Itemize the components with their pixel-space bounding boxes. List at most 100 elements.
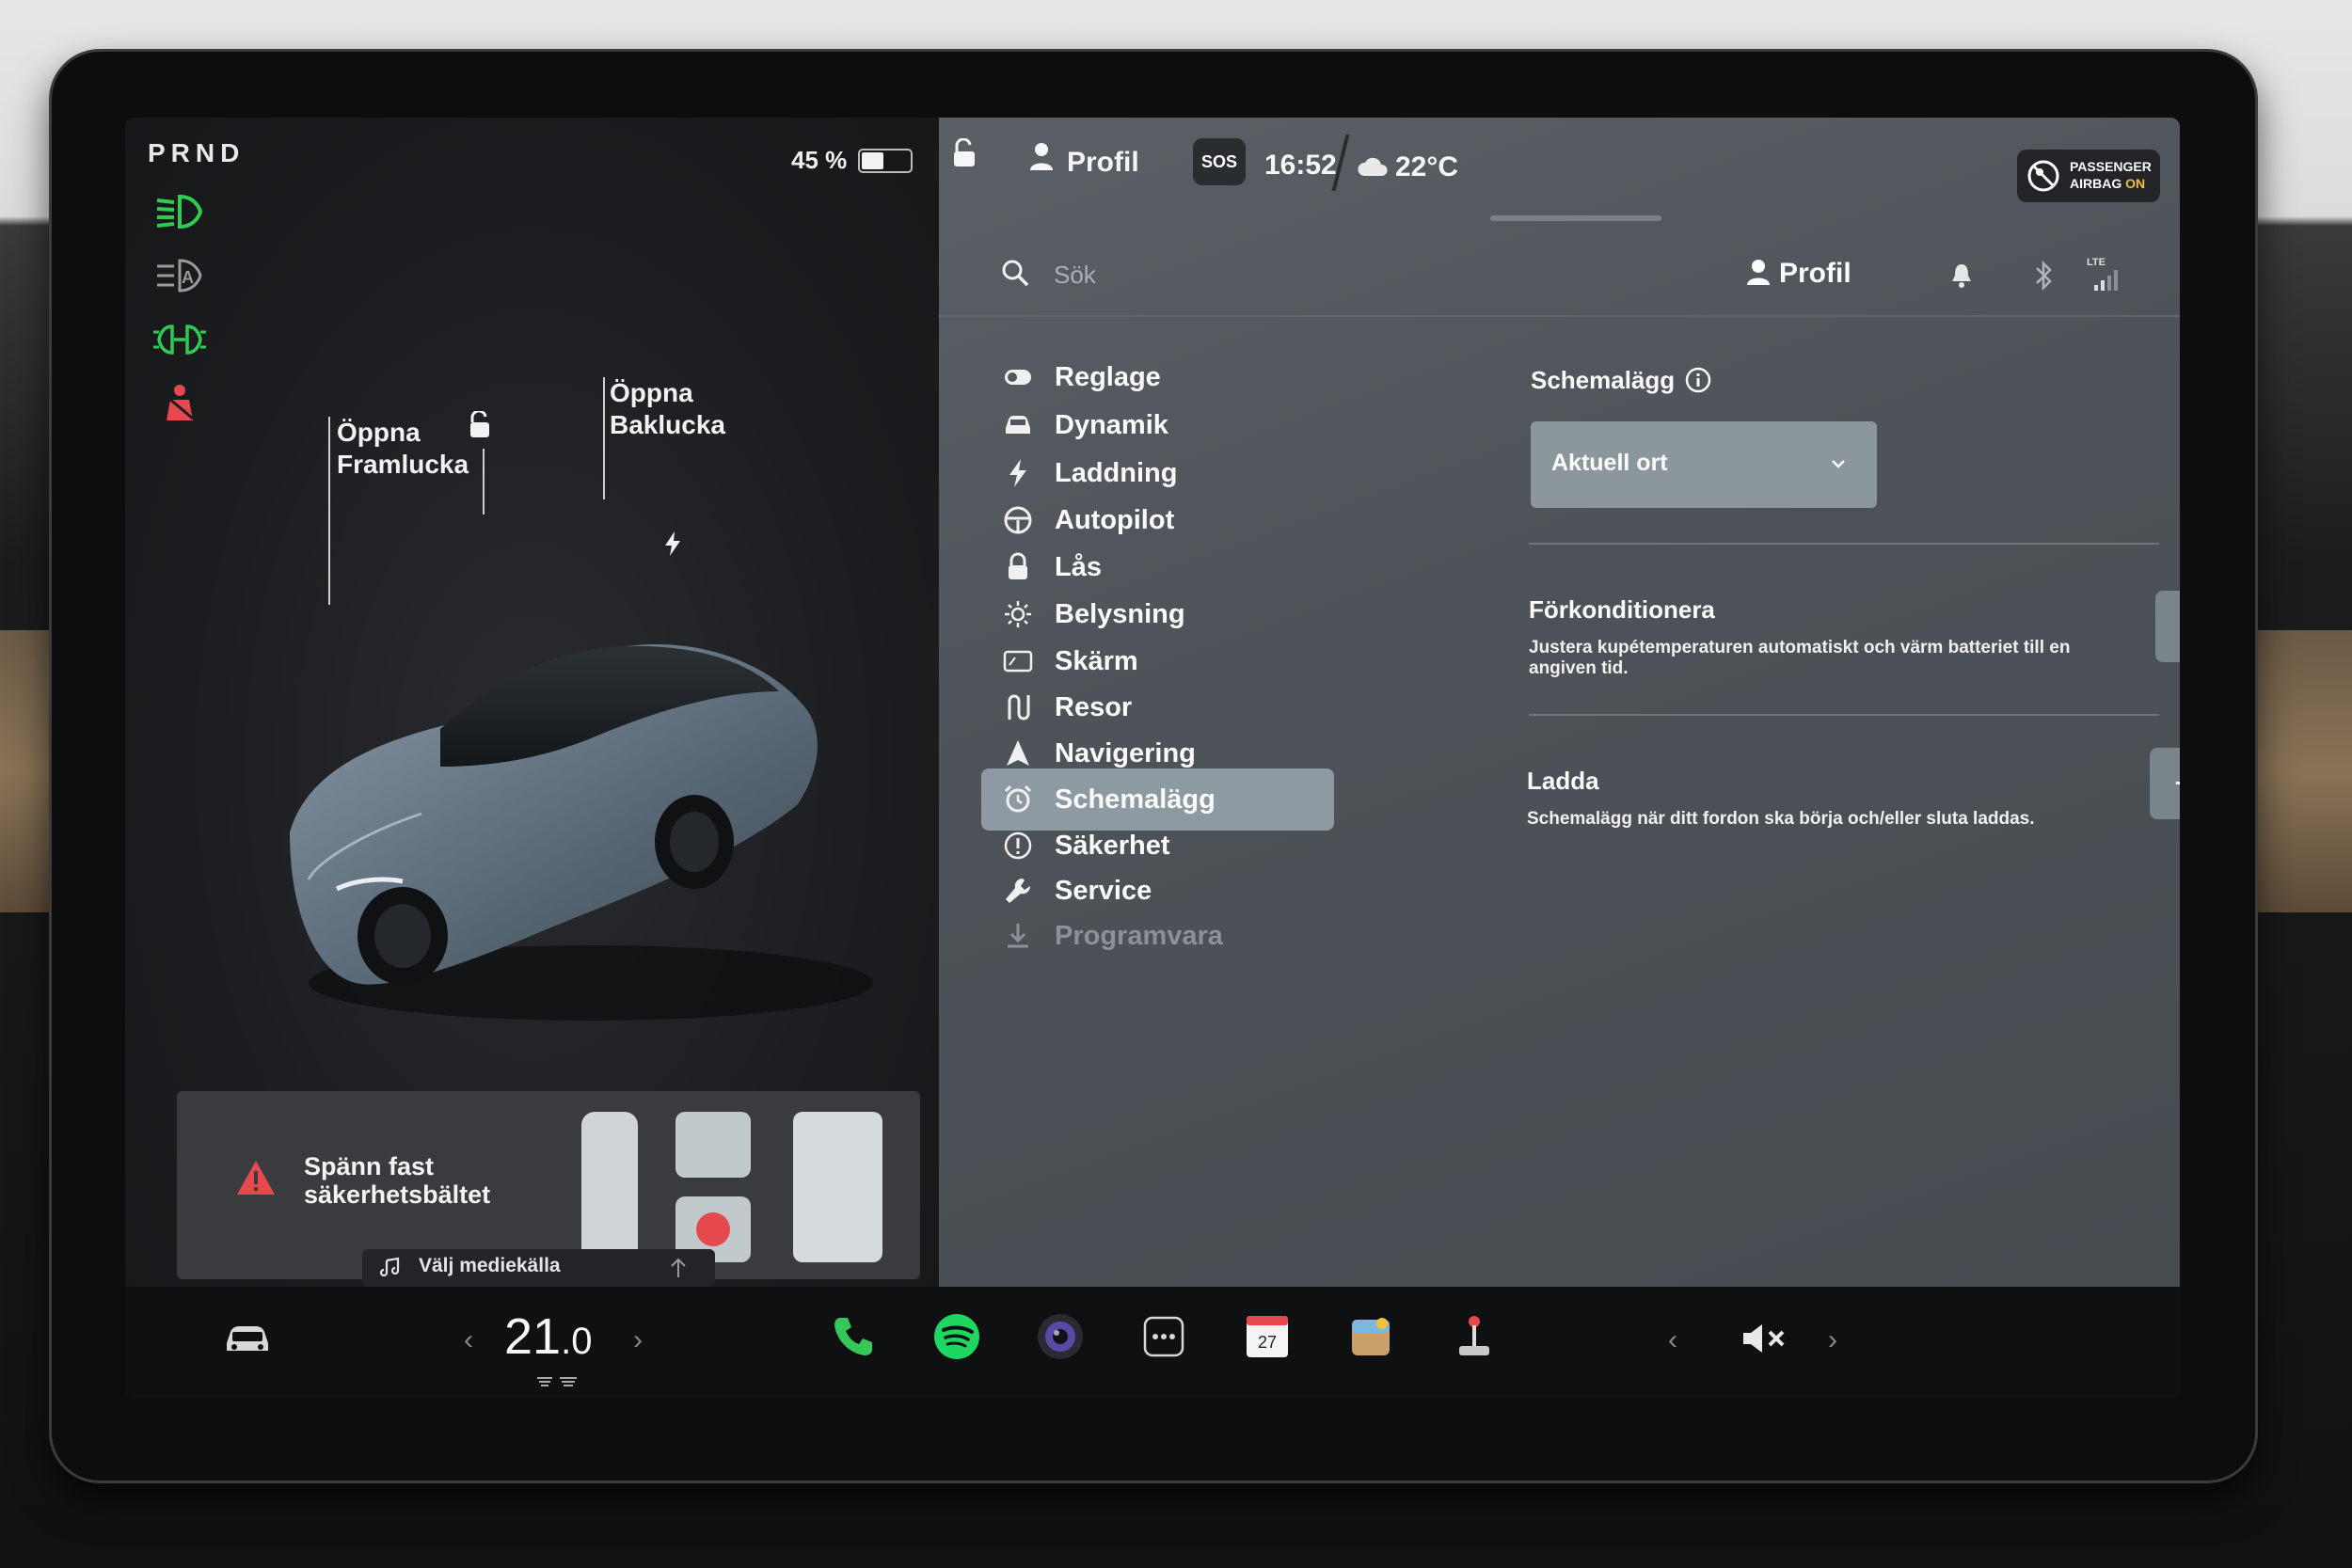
network-type: LTE <box>2087 257 2106 268</box>
precondition-title: Förkonditionera <box>1529 595 1715 624</box>
charge-title: Ladda <box>1527 767 1599 795</box>
display-icon <box>1003 650 1033 673</box>
temp-main: 21 <box>504 1308 562 1365</box>
battery-icon <box>858 148 914 173</box>
low-beam-headlight-icon <box>156 194 203 230</box>
car-render-image <box>290 644 873 1021</box>
trunk-label-line2: Baklucka <box>610 410 725 439</box>
battery-status[interactable]: 45 % <box>791 146 914 175</box>
route-icon <box>1008 694 1030 721</box>
menu-item-label: Laddning <box>1055 458 1178 488</box>
volume-next-button[interactable]: › <box>1828 1324 1837 1356</box>
airbag-status-on: ON <box>2125 176 2146 191</box>
menu-item-label: Service <box>1055 876 1152 906</box>
bluetooth-icon[interactable] <box>2033 261 2054 291</box>
alert-message: Spänn fast säkerhetsbältet <box>304 1152 520 1209</box>
car-icon[interactable] <box>221 1323 274 1356</box>
arrow-up-icon[interactable] <box>668 1257 689 1279</box>
frunk-label-line2: Framlucka <box>337 450 469 479</box>
menu-item-label: Resor <box>1055 692 1133 722</box>
frunk-open-button[interactable]: Öppna Framlucka <box>337 417 469 481</box>
location-dropdown-value: Aktuell ort <box>1551 450 1668 476</box>
airbag-status: AIRBAG ON <box>2070 176 2145 191</box>
car-icon <box>1006 416 1030 434</box>
profile-menu-button[interactable]: Profil <box>1779 258 1851 290</box>
wrench-icon <box>1006 878 1031 903</box>
spotify-icon[interactable] <box>930 1310 983 1363</box>
airbag-icon <box>2027 160 2059 192</box>
schedule-title: Schemalägg <box>1531 366 1676 394</box>
search-row: Sök Profil LTE <box>939 223 2180 317</box>
frunk-label-line1: Öppna <box>337 418 421 447</box>
steering-wheel-icon <box>1004 506 1032 534</box>
charge-port-bolt-icon[interactable] <box>663 531 682 556</box>
charge-description: Schemalägg när ditt fordon ska börja och… <box>1527 809 2035 829</box>
precondition-desc-line1: Justera kupétemperaturen automatiskt och… <box>1529 638 2071 657</box>
status-bar: Profil SOS 16:52 22°C PASSENGER AIRBAG O… <box>939 118 2180 202</box>
menu-item-label: Programvara <box>1055 921 1223 951</box>
auto-high-beam-icon: A <box>157 259 202 293</box>
alert-line1: Spänn fast <box>304 1152 435 1180</box>
arcade-joystick-icon[interactable] <box>1448 1310 1501 1363</box>
volume-prev-button[interactable]: ‹ <box>1668 1324 1677 1356</box>
media-source-button[interactable]: Välj mediekälla <box>362 1249 715 1287</box>
camera-icon[interactable] <box>1034 1310 1087 1363</box>
defrost-icons[interactable] <box>535 1374 579 1389</box>
menu-item-label: Reglage <box>1055 362 1161 392</box>
cabin-temperature[interactable]: 21.0 <box>504 1307 592 1366</box>
lock-status-icon[interactable] <box>952 138 977 168</box>
fog-light-icon <box>153 325 206 355</box>
menu-item-label: Lås <box>1055 552 1102 582</box>
section-divider <box>1529 543 2159 545</box>
precondition-description: Justera kupétemperaturen automatiskt och… <box>1529 638 2112 679</box>
passenger-airbag-indicator: PASSENGER AIRBAG ON <box>2017 150 2160 202</box>
temp-decimal: .0 <box>561 1321 593 1362</box>
unlock-icon[interactable] <box>468 411 492 439</box>
add-precondition-button[interactable]: + <box>2155 591 2180 662</box>
temp-decrease-button[interactable]: ‹ <box>464 1324 473 1356</box>
menu-item-programvara[interactable]: Programvara <box>981 905 1334 967</box>
alert-circle-icon <box>1004 832 1032 860</box>
menu-item-label: Belysning <box>1055 599 1185 629</box>
trunk-callout-line <box>603 377 605 499</box>
menu-item-label: Navigering <box>1055 738 1196 768</box>
cloud-icon <box>1358 157 1388 176</box>
battery-fill <box>862 151 883 169</box>
outside-temperature: 22°C <box>1395 151 1459 182</box>
music-note-icon <box>379 1257 400 1277</box>
search-icon[interactable] <box>1001 259 1029 287</box>
settings-panel: Profil SOS 16:52 22°C PASSENGER AIRBAG O… <box>939 118 2180 1287</box>
profile-icon <box>1747 260 1770 285</box>
speaker-muted-icon[interactable] <box>1740 1322 1788 1355</box>
temp-increase-button[interactable]: › <box>633 1324 643 1356</box>
trunk-label-line1: Öppna <box>610 378 693 407</box>
clock: 16:52 <box>1264 150 1337 181</box>
location-dropdown[interactable]: Aktuell ort <box>1531 421 1877 508</box>
bolt-icon <box>1009 459 1026 487</box>
battery-percent: 45 % <box>791 146 848 174</box>
frunk-callout-line <box>328 417 330 605</box>
sos-button[interactable]: SOS <box>1193 138 1246 185</box>
menu-item-label: Dynamik <box>1055 410 1168 440</box>
dashboard-wood-right <box>2249 630 2352 912</box>
vehicle-panel: PRND 45 % A Öppna Framlucka Öppna Bakluc… <box>125 118 939 1287</box>
seat-occupancy-diagram <box>581 1112 882 1262</box>
info-icon[interactable] <box>1684 366 1712 394</box>
search-input[interactable]: Sök <box>1054 261 1096 290</box>
alarm-clock-icon <box>1004 784 1032 813</box>
calendar-day: 27 <box>1258 1333 1277 1352</box>
profile-button[interactable]: Profil <box>1067 147 1139 179</box>
svg-text:A: A <box>182 268 194 287</box>
bell-icon[interactable] <box>1950 262 1973 289</box>
airbag-status-prefix: AIRBAG <box>2070 176 2126 191</box>
section-divider <box>1529 714 2159 716</box>
panel-drag-handle[interactable] <box>1490 215 1661 221</box>
add-charge-schedule-button[interactable]: + <box>2150 748 2180 819</box>
toybox-icon[interactable] <box>1344 1310 1397 1363</box>
menu-item-label: Säkerhet <box>1055 831 1170 861</box>
calendar-icon[interactable]: 27 <box>1241 1310 1294 1363</box>
menu-item-label: Skärm <box>1055 646 1138 676</box>
more-apps-icon[interactable] <box>1137 1310 1190 1363</box>
phone-icon[interactable] <box>827 1310 880 1363</box>
trunk-open-button[interactable]: Öppna Baklucka <box>610 377 725 441</box>
